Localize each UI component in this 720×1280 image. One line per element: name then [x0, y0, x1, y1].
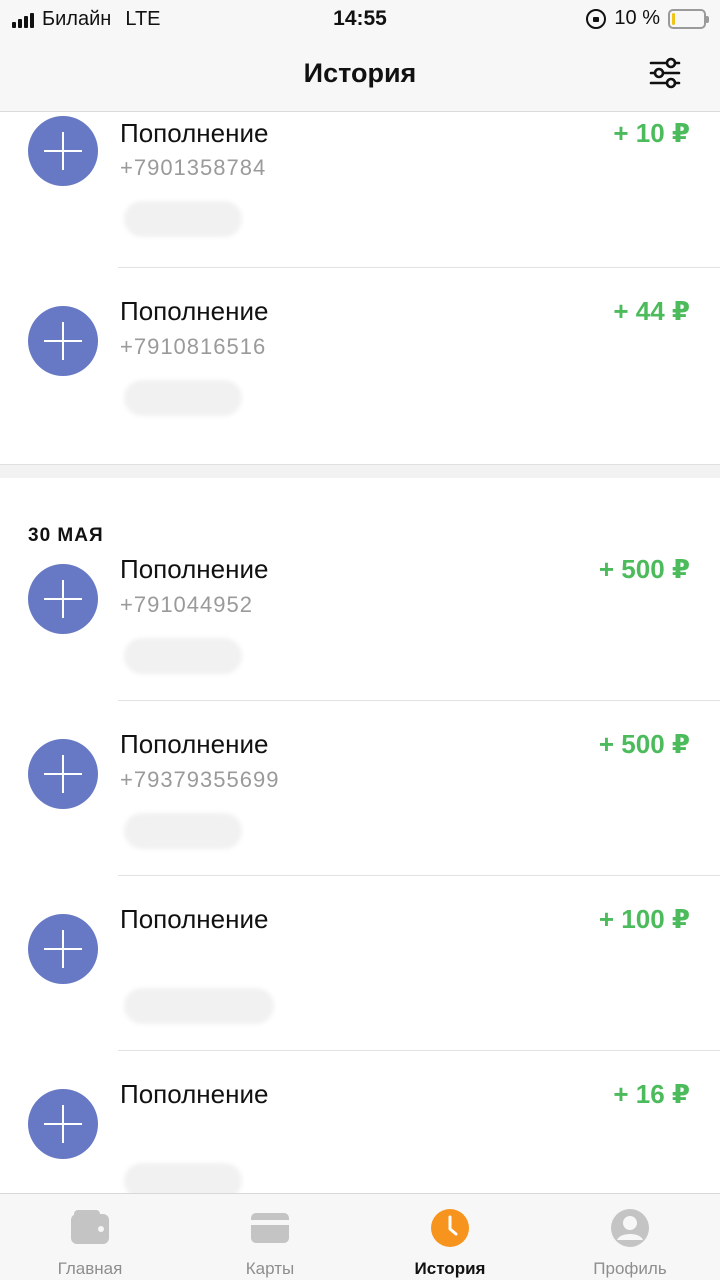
transaction-title: Пополнение	[120, 296, 269, 326]
filter-button[interactable]	[648, 56, 682, 90]
transaction-title: Пополнение	[120, 118, 269, 148]
nav-header: История	[0, 38, 720, 112]
plus-icon	[28, 564, 98, 634]
plus-icon	[28, 306, 98, 376]
user-icon	[611, 1209, 649, 1247]
transaction-title: Пополнение	[120, 729, 269, 759]
tab-main[interactable]: Главная	[0, 1194, 180, 1280]
status-right: 10 %	[586, 7, 709, 30]
section-divider	[0, 464, 720, 478]
transaction-phone: +7910816516	[120, 334, 267, 359]
transaction-row[interactable]: Пополнение + 16 ₽	[0, 1051, 720, 1193]
plus-icon	[28, 739, 98, 809]
tab-history[interactable]: История	[360, 1194, 540, 1280]
transaction-amount: + 500 ₽	[598, 729, 690, 759]
history-section: Пополнение +7901358784 + 10 ₽ Пополнение…	[0, 113, 720, 464]
sliders-icon	[649, 57, 681, 89]
tab-label: Профиль	[593, 1259, 667, 1278]
transaction-amount: + 16 ₽	[613, 1079, 690, 1109]
redacted-detail	[124, 988, 274, 1024]
transaction-row[interactable]: Пополнение +7910816516 + 44 ₽	[0, 268, 720, 464]
transaction-amount: + 500 ₽	[598, 554, 690, 584]
transaction-amount: + 10 ₽	[613, 118, 690, 148]
battery-level	[672, 12, 675, 25]
tab-label: История	[414, 1259, 486, 1278]
history-section: 30 МАЯ Пополнение +791044952 + 500 ₽ Поп…	[0, 478, 720, 1193]
battery-percent: 10 %	[614, 7, 660, 29]
wallet-icon	[71, 1210, 109, 1244]
tab-label: Главная	[57, 1259, 123, 1278]
transaction-amount: + 44 ₽	[613, 296, 690, 326]
tab-label: Карты	[245, 1259, 295, 1278]
transaction-title: Пополнение	[120, 904, 269, 934]
orientation-lock-icon	[586, 8, 607, 29]
tab-profile[interactable]: Профиль	[540, 1194, 720, 1280]
card-icon	[251, 1213, 289, 1243]
transaction-phone: +7901358784	[120, 155, 267, 180]
transaction-phone: +79379355699	[120, 767, 280, 792]
transaction-title: Пополнение	[120, 1079, 269, 1109]
redacted-detail	[124, 201, 242, 237]
tab-bar: Главная Карты История Профиль	[0, 1193, 720, 1280]
page-title: История	[303, 58, 417, 88]
status-bar: Билайн LTE 14:55 10 %	[0, 0, 720, 38]
tab-cards[interactable]: Карты	[180, 1194, 360, 1280]
transaction-row[interactable]: Пополнение + 100 ₽	[0, 876, 720, 1051]
redacted-detail	[124, 1163, 242, 1193]
battery-icon	[668, 8, 709, 29]
clock-icon	[431, 1209, 469, 1247]
plus-icon	[28, 1089, 98, 1159]
transaction-row[interactable]: Пополнение +791044952 + 500 ₽	[0, 526, 720, 701]
redacted-detail	[124, 813, 242, 849]
redacted-detail	[124, 380, 242, 416]
transaction-amount: + 100 ₽	[598, 904, 690, 934]
history-list[interactable]: Пополнение +7901358784 + 10 ₽ Пополнение…	[0, 113, 720, 1193]
transaction-title: Пополнение	[120, 554, 269, 584]
transaction-row[interactable]: Пополнение +7901358784 + 10 ₽	[0, 113, 720, 268]
redacted-detail	[124, 638, 242, 674]
transaction-phone: +791044952	[120, 592, 253, 617]
transaction-row[interactable]: Пополнение +79379355699 + 500 ₽	[0, 701, 720, 876]
plus-icon	[28, 914, 98, 984]
plus-icon	[28, 116, 98, 186]
